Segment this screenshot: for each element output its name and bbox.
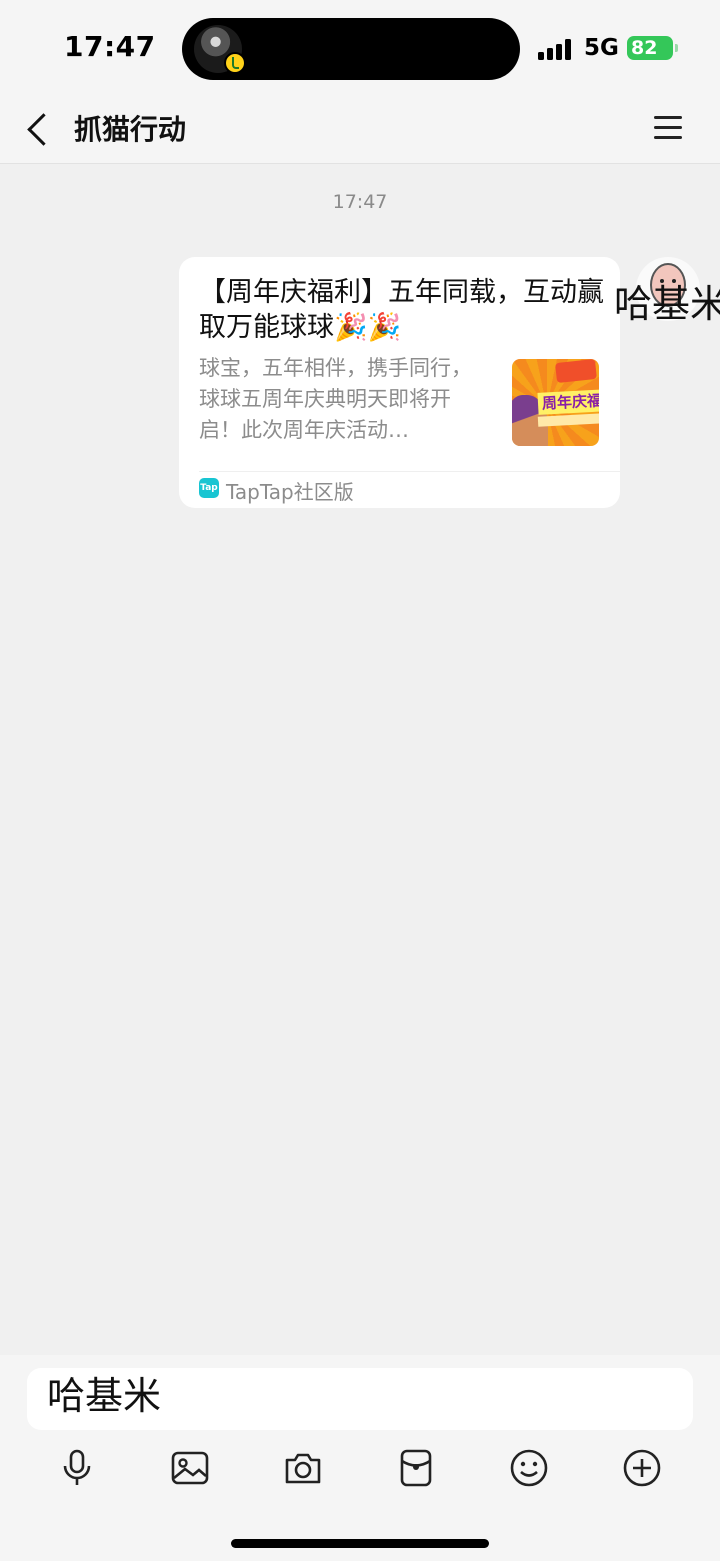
card-title: 【周年庆福利】五年同载，互动赢取万能球球🎉🎉 bbox=[199, 277, 604, 343]
chat-title: 抓猫行动 bbox=[74, 113, 187, 146]
status-time: 17:47 bbox=[64, 30, 156, 63]
status-bar: 17:47 5G 82 bbox=[0, 0, 720, 96]
message-list[interactable]: 17:47 【周年庆福利】五年同载，互动赢取万能球球🎉🎉 球宝，五年相伴，携手同… bbox=[0, 165, 720, 1355]
network-type: 5G bbox=[584, 35, 619, 61]
card-divider bbox=[199, 471, 620, 472]
back-chevron-icon[interactable] bbox=[18, 106, 58, 154]
thumbnail-strip bbox=[537, 413, 599, 427]
shared-link-card[interactable]: 【周年庆福利】五年同载，互动赢取万能球球🎉🎉 球宝，五年相伴，携手同行，球球五周… bbox=[179, 257, 620, 508]
plus-icon[interactable] bbox=[622, 1448, 662, 1488]
dynamic-island[interactable] bbox=[182, 18, 520, 80]
nav-bar: 抓猫行动 bbox=[0, 96, 720, 164]
message-composer: 哈基米 bbox=[0, 1355, 720, 1561]
message-input[interactable]: 哈基米 bbox=[27, 1368, 693, 1430]
camera-icon[interactable] bbox=[283, 1448, 323, 1488]
message-input-value: 哈基米 bbox=[47, 1374, 162, 1418]
card-thumbnail: 周年庆福 bbox=[512, 359, 599, 446]
taptap-icon-label: Tap bbox=[200, 483, 218, 493]
red-packet-icon[interactable] bbox=[396, 1448, 436, 1488]
sender-name-overlay: 哈基米 bbox=[614, 282, 720, 326]
taptap-icon: Tap bbox=[199, 478, 219, 498]
thumbnail-banner-text: 周年庆福 bbox=[537, 389, 599, 415]
message-timestamp: 17:47 bbox=[332, 191, 388, 213]
hamburger-menu-icon[interactable] bbox=[650, 112, 686, 142]
emoji-icon[interactable] bbox=[509, 1448, 549, 1488]
microphone-icon[interactable] bbox=[57, 1448, 97, 1488]
chat-screen: 17:47 5G 82 抓猫行动 17:47 【周年庆福利】五年同载，互动赢取万… bbox=[0, 0, 720, 1561]
cellular-signal-icon bbox=[538, 38, 574, 60]
battery-level: 82 bbox=[631, 37, 658, 59]
card-description: 球宝，五年相伴，携手同行，球球五周年庆典明天即将开启！此次周年庆活动… bbox=[199, 356, 472, 442]
card-source-label: TapTap社区版 bbox=[226, 480, 354, 504]
image-icon[interactable] bbox=[170, 1448, 210, 1488]
music-app-badge-icon bbox=[224, 52, 246, 74]
thumbnail-burst bbox=[555, 359, 597, 384]
home-indicator[interactable] bbox=[231, 1539, 489, 1548]
battery-indicator: 82 bbox=[627, 36, 678, 60]
